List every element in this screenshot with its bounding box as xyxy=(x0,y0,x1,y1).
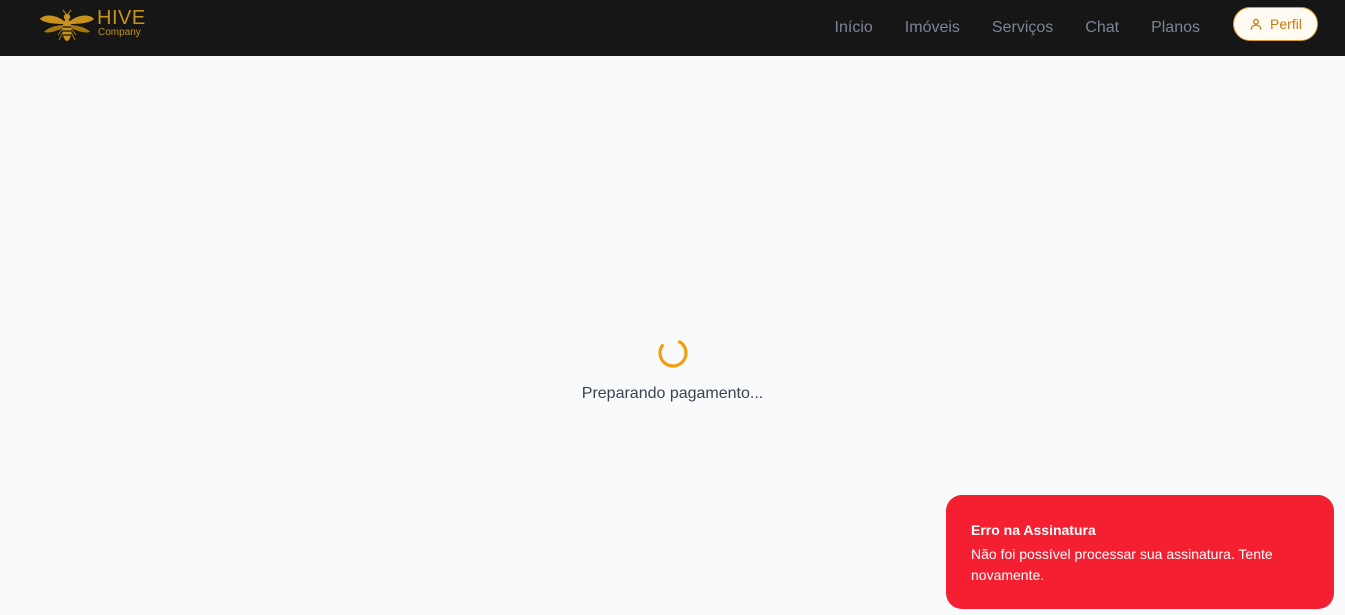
nav-link-inicio[interactable]: Início xyxy=(835,19,873,37)
nav-link-chat[interactable]: Chat xyxy=(1085,19,1119,37)
profile-label: Perfil xyxy=(1270,16,1302,32)
bee-logo-icon xyxy=(40,9,94,41)
nav-link-planos[interactable]: Planos xyxy=(1151,19,1200,37)
profile-button[interactable]: Perfil xyxy=(1233,7,1318,41)
nav-link-imoveis[interactable]: Imóveis xyxy=(905,19,960,37)
brand-logo[interactable]: HIVE Company xyxy=(38,6,145,46)
toast-description: Não foi possível processar sua assinatur… xyxy=(971,546,1273,583)
brand-name: HIVE xyxy=(97,7,146,29)
main-nav: Início Imóveis Serviços Chat Planos xyxy=(835,0,1200,56)
loading-text: Preparando pagamento... xyxy=(581,385,764,402)
toast-title: Erro na Assinatura xyxy=(971,522,1096,538)
error-toast[interactable]: Erro na Assinatura Não foi possível proc… xyxy=(946,495,1334,609)
user-icon xyxy=(1250,18,1262,30)
loading-spinner-icon xyxy=(657,338,688,368)
payment-loader: Preparando pagamento... xyxy=(0,336,1345,403)
brand-wordmark: HIVE Company xyxy=(97,8,146,38)
top-navbar: HIVE Company Início Imóveis Serviços Cha… xyxy=(0,0,1345,56)
brand-tagline: Company xyxy=(98,27,141,38)
nav-link-servicos[interactable]: Serviços xyxy=(992,19,1053,37)
